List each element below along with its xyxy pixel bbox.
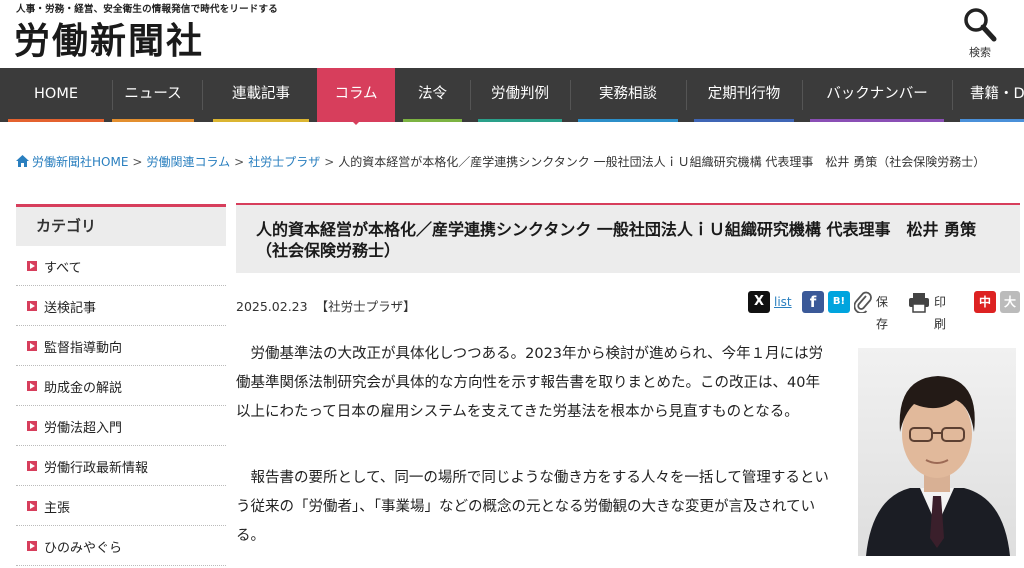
hatena-bookmark-icon[interactable]: B! <box>828 291 850 313</box>
print-icon[interactable] <box>908 291 930 313</box>
category-item-hinomi[interactable]: ひのみやぐら <box>16 526 226 566</box>
nav-books[interactable]: 書籍・D <box>952 68 1024 122</box>
article-title: 人的資本経営が本格化／産学連携シンクタンク 一般社団法人ｉＵ組織研究機構 代表理… <box>256 220 977 260</box>
category-item-all[interactable]: すべて <box>16 246 226 286</box>
article-date: 2025.02.23 <box>236 299 308 314</box>
arrow-bullet-icon <box>27 341 37 351</box>
arrow-bullet-icon <box>27 501 37 511</box>
article-title-box: 人的資本経営が本格化／産学連携シンクタンク 一般社団法人ｉＵ組織研究機構 代表理… <box>236 203 1020 273</box>
author-photo <box>858 348 1016 556</box>
x-list-link[interactable]: list <box>774 291 792 313</box>
nav-active-arrow <box>351 120 361 125</box>
home-icon <box>16 155 29 167</box>
nav-law[interactable]: 法令 <box>395 68 470 122</box>
paperclip-icon[interactable] <box>854 291 872 313</box>
arrow-bullet-icon <box>27 261 37 271</box>
category-header: カテゴリ <box>16 204 226 246</box>
arrow-bullet-icon <box>27 541 37 551</box>
print-label[interactable]: 印刷 <box>934 291 946 331</box>
font-size-large-button[interactable]: 大 <box>1000 291 1020 313</box>
site-logo[interactable]: 労働新聞社 <box>14 12 204 64</box>
nav-consult[interactable]: 実務相談 <box>570 68 686 122</box>
font-size-medium-button[interactable]: 中 <box>974 291 996 313</box>
breadcrumb-plaza[interactable]: 社労士プラザ <box>248 155 320 169</box>
site-header: 人事・労務・経営、安全衛生の情報発信で時代をリードする 労働新聞社 検索 <box>0 0 1024 68</box>
nav-serial[interactable]: 連載記事 <box>205 68 317 122</box>
global-nav: HOME ニュース 連載記事 コラム 法令 労働判例 実務相談 定期刊行物 バッ… <box>0 68 1024 122</box>
nav-precedent[interactable]: 労働判例 <box>470 68 570 122</box>
article-category[interactable]: 【社労士プラザ】 <box>316 299 416 314</box>
search-icon <box>964 8 997 42</box>
arrow-bullet-icon <box>27 421 37 431</box>
x-share-icon[interactable]: X <box>748 291 770 313</box>
article-meta: 2025.02.23 【社労士プラザ】 <box>236 296 416 315</box>
category-item-opinion[interactable]: 主張 <box>16 486 226 526</box>
article-paragraph-2: 報告書の要所として、同一の場所で同じような働き方をする人々を一括して管理するとい… <box>236 470 829 544</box>
arrow-bullet-icon <box>27 461 37 471</box>
category-item-subsidy[interactable]: 助成金の解説 <box>16 366 226 406</box>
search-label: 検索 <box>969 46 991 59</box>
category-item-inspection[interactable]: 監督指導動向 <box>16 326 226 366</box>
breadcrumb-home[interactable]: 労働新聞社HOME <box>32 155 128 169</box>
facebook-share-icon[interactable]: f <box>802 291 824 313</box>
category-sidebar: カテゴリ すべて 送検記事 監督指導動向 助成金の解説 労働法超入門 労働行政最… <box>16 204 226 566</box>
article-paragraph-1: 労働基準法の大改正が具体化しつつある。2023年から検討が進められ、今年１月には… <box>236 346 824 420</box>
nav-column[interactable]: コラム <box>317 68 395 122</box>
breadcrumb: 労働新聞社HOME > 労働関連コラム > 社労士プラザ > 人的資本経営が本格化／産学連携… <box>16 152 1020 172</box>
breadcrumb-columns[interactable]: 労働関連コラム <box>146 155 230 169</box>
nav-news[interactable]: ニュース <box>104 68 202 122</box>
nav-periodical[interactable]: 定期刊行物 <box>686 68 802 122</box>
category-item-labor-law[interactable]: 労働法超入門 <box>16 406 226 446</box>
category-item-admin[interactable]: 労働行政最新情報 <box>16 446 226 486</box>
arrow-bullet-icon <box>27 381 37 391</box>
nav-home[interactable]: HOME <box>0 68 112 122</box>
category-item-prosecution[interactable]: 送検記事 <box>16 286 226 326</box>
breadcrumb-current: 人的資本経営が本格化／産学連携シンクタンク 一般社団法人ｉＵ組織研究機構 代表理… <box>338 155 986 169</box>
arrow-bullet-icon <box>27 301 37 311</box>
save-label[interactable]: 保存 <box>876 291 888 331</box>
nav-backnumber[interactable]: バックナンバー <box>802 68 952 122</box>
search-button[interactable]: 検索 <box>956 4 1004 60</box>
